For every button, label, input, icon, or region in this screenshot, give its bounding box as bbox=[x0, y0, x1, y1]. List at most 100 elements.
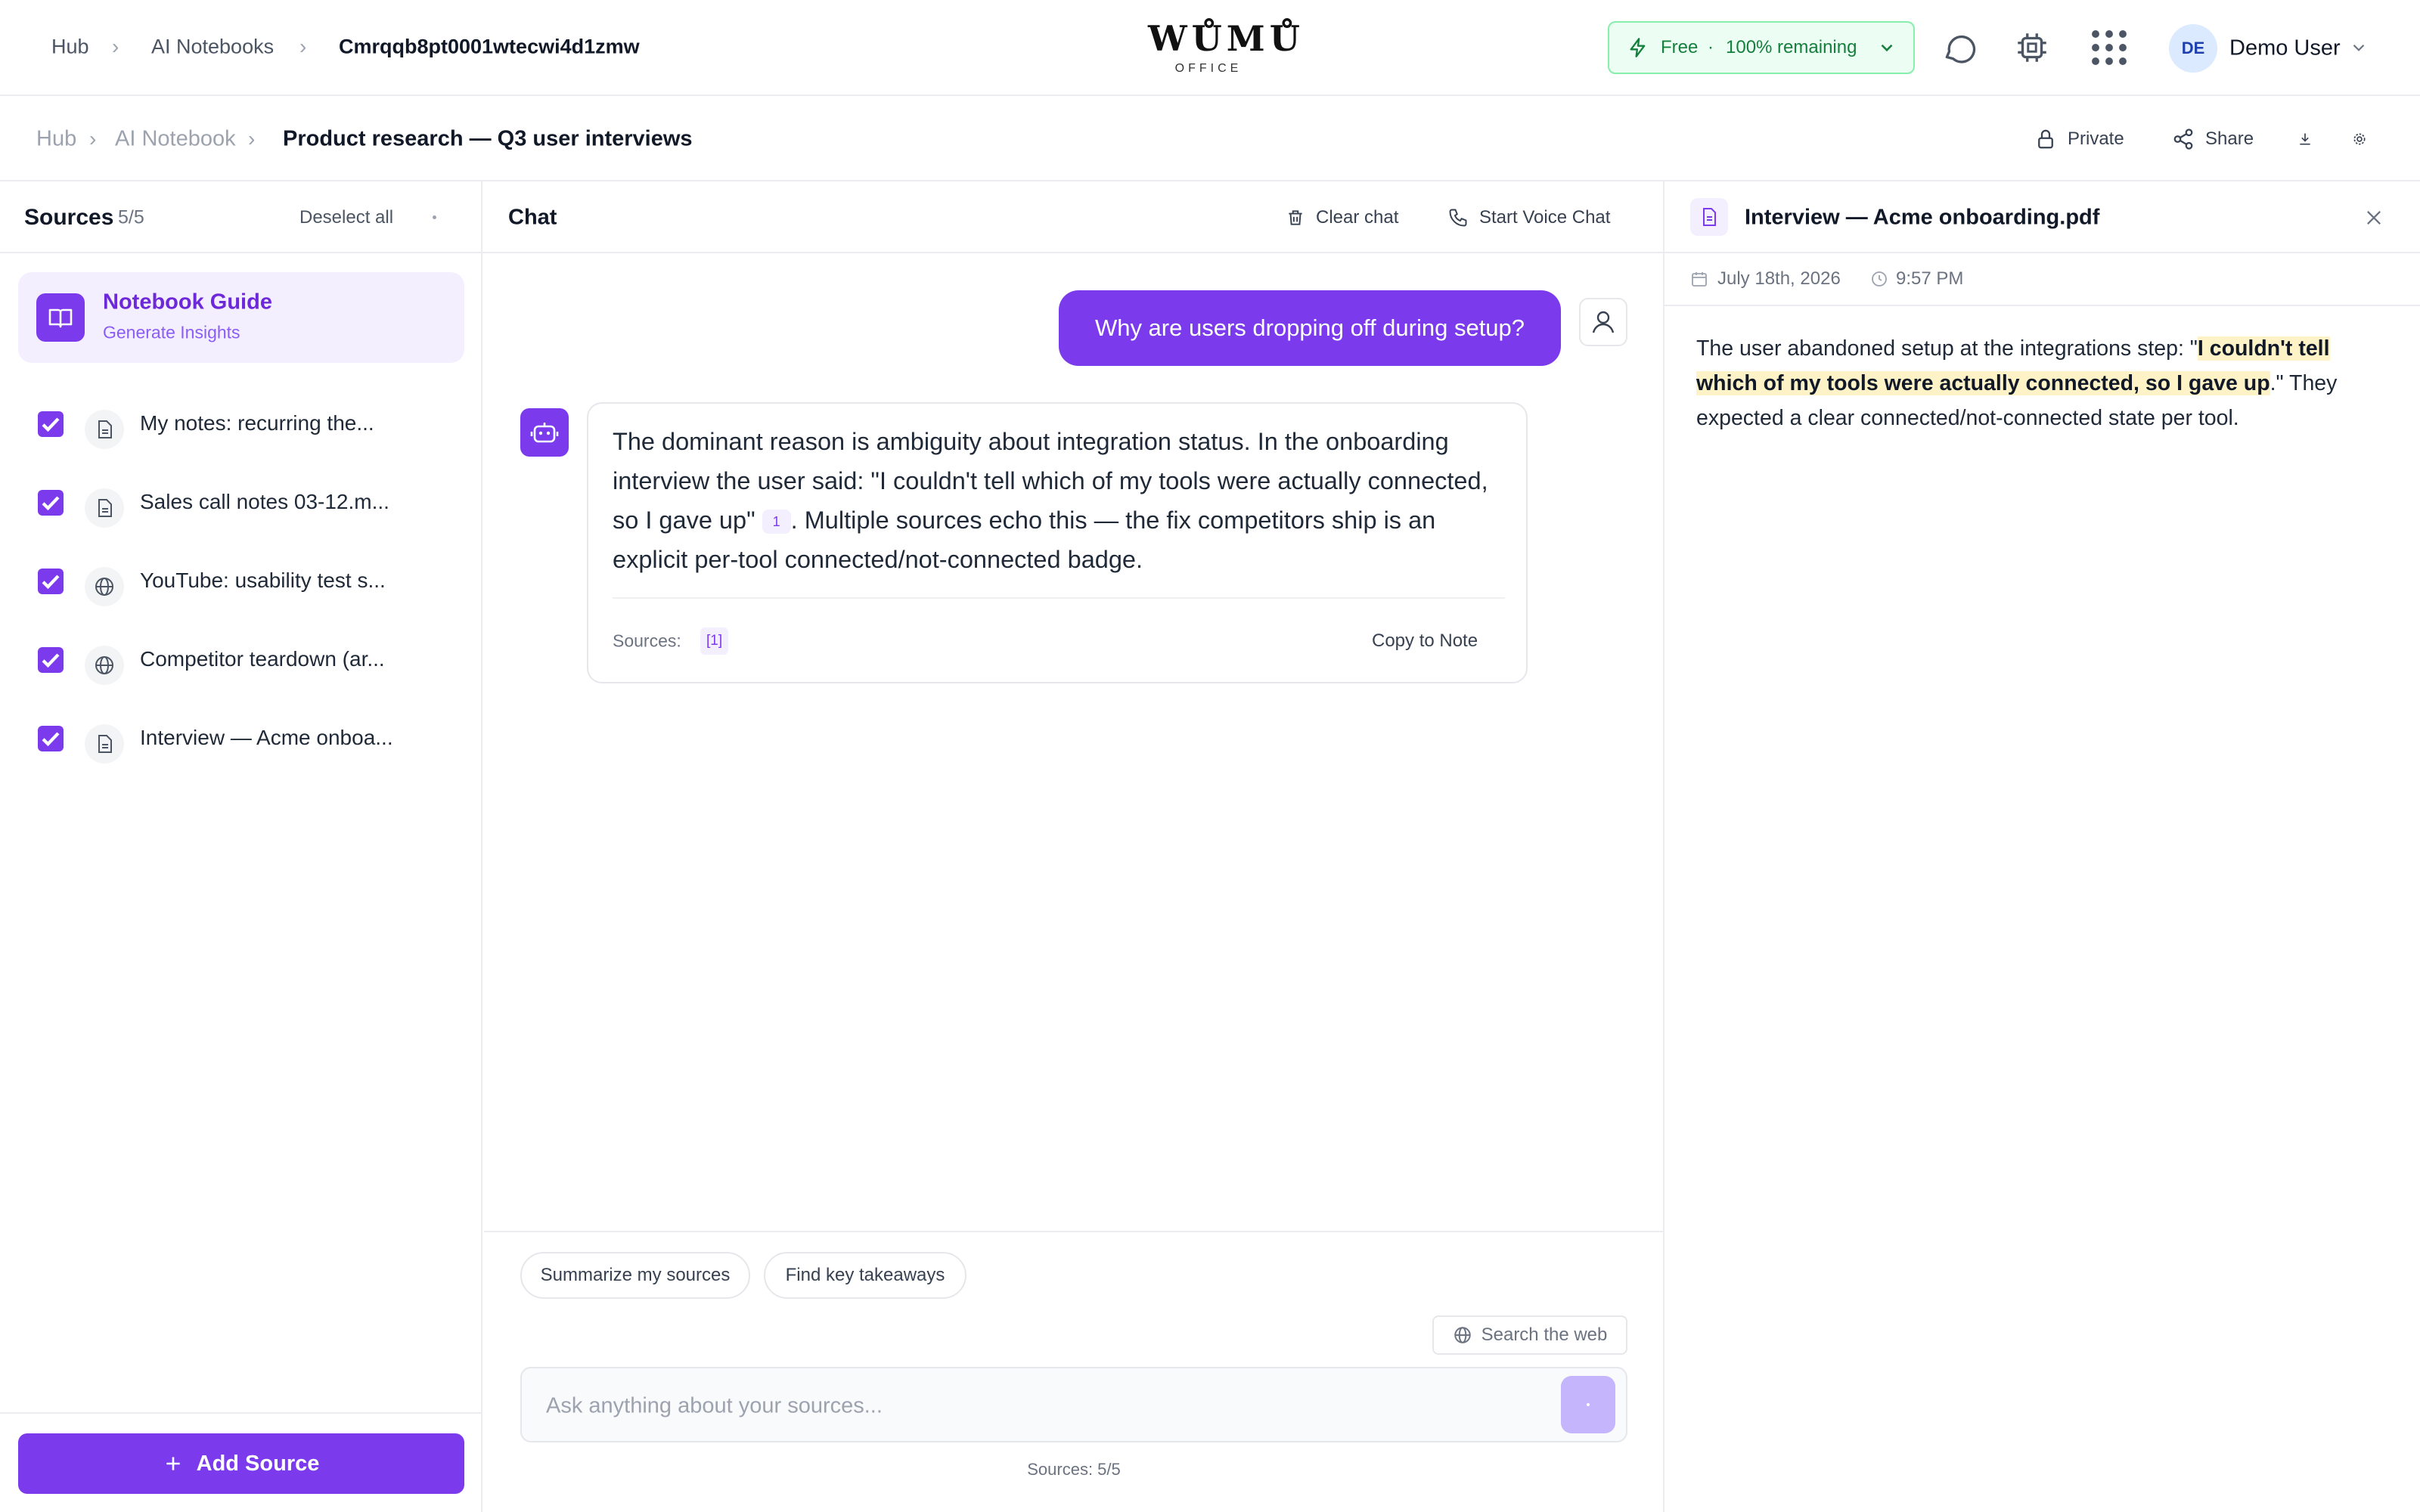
settings-icon[interactable] bbox=[2352, 132, 2367, 147]
chat-input[interactable]: Ask anything about your sources... bbox=[546, 1394, 883, 1419]
source-item[interactable]: Competitor teardown (ar... bbox=[0, 620, 482, 699]
chat-header: Chat Clear chat Start Voice Chat bbox=[482, 181, 1663, 253]
source-item[interactable]: Sales call notes 03-12.m... bbox=[0, 463, 482, 541]
clock-icon bbox=[1870, 270, 1888, 288]
share-icon bbox=[2172, 128, 2195, 150]
calendar-icon bbox=[1690, 270, 1708, 288]
download-icon[interactable] bbox=[2297, 132, 2313, 147]
source-title: YouTube: usability test s... bbox=[140, 569, 386, 592]
sources-panel: Sources 5/5 Deselect all Notebook Guide … bbox=[0, 181, 482, 1512]
avatar[interactable]: DE bbox=[2169, 24, 2217, 73]
checkbox[interactable] bbox=[38, 647, 64, 673]
user-message: Why are users dropping off during setup? bbox=[1059, 290, 1561, 366]
divider bbox=[0, 1412, 481, 1414]
viewer-header: Interview — Acme onboarding.pdf bbox=[1665, 181, 2420, 253]
document-icon bbox=[1690, 198, 1728, 236]
globe-icon bbox=[1453, 1325, 1472, 1345]
source-item[interactable]: Interview — Acme onboa... bbox=[0, 699, 482, 777]
source-item[interactable]: My notes: recurring the... bbox=[0, 384, 482, 463]
top-bar: Hub › AI Notebooks › Cmrqqb8pt0001wtecwi… bbox=[0, 0, 2420, 96]
send-icon bbox=[1587, 1403, 1590, 1406]
private-label: Private bbox=[2068, 129, 2124, 149]
add-source-label: Add Source bbox=[196, 1451, 320, 1476]
viewer-time: 9:57 PM bbox=[1896, 268, 1964, 289]
trash-icon bbox=[1286, 208, 1305, 228]
close-icon[interactable] bbox=[2363, 207, 2384, 228]
assistant-message: The dominant reason is ambiguity about i… bbox=[587, 402, 1528, 683]
guide-title: Notebook Guide bbox=[103, 290, 272, 314]
viewer-content: The user abandoned setup at the integrat… bbox=[1696, 331, 2362, 435]
chat-panel: Chat Clear chat Start Voice Chat bbox=[482, 181, 1665, 1512]
citation-badge[interactable]: 1 bbox=[762, 510, 791, 534]
sources-header: Sources 5/5 Deselect all bbox=[0, 181, 481, 253]
chevron-down-icon bbox=[1877, 38, 1897, 57]
add-source-button[interactable]: Add Source bbox=[18, 1433, 464, 1494]
chat-input-box[interactable]: Ask anything about your sources... bbox=[520, 1367, 1627, 1442]
breadcrumb-notebook-id: Cmrqqb8pt0001wtecwi4d1zmw bbox=[339, 35, 640, 58]
source-reference[interactable]: [1] bbox=[700, 627, 729, 655]
source-title: Interview — Acme onboa... bbox=[140, 726, 393, 749]
phone-icon bbox=[1447, 207, 1469, 228]
globe-icon bbox=[85, 567, 124, 606]
search-web-label: Search the web bbox=[1481, 1325, 1608, 1345]
plan-remaining: 100% remaining bbox=[1726, 37, 1857, 57]
lock-icon bbox=[2034, 128, 2057, 150]
viewer-meta: July 18th, 2026 9:57 PM bbox=[1665, 253, 2420, 306]
chat-bubble-icon[interactable] bbox=[1941, 29, 1978, 67]
suggestion-chip[interactable]: Find key takeaways bbox=[764, 1252, 966, 1299]
search-web-button[interactable]: Search the web bbox=[1432, 1315, 1627, 1355]
bot-icon bbox=[520, 408, 569, 457]
breadcrumb-separator: › bbox=[112, 35, 119, 58]
clear-chat-button[interactable]: Clear chat bbox=[1286, 207, 1398, 228]
globe-icon bbox=[85, 646, 124, 685]
viewer-title: Interview — Acme onboarding.pdf bbox=[1745, 205, 2100, 230]
breadcrumb-ai-notebook[interactable]: AI Notebook bbox=[115, 127, 236, 152]
deselect-all-button[interactable]: Deselect all bbox=[299, 207, 393, 228]
divider bbox=[484, 1231, 1664, 1232]
sources-footer: Sources: 5/5 bbox=[1027, 1460, 1121, 1479]
assistant-message-text: The dominant reason is ambiguity about i… bbox=[613, 422, 1505, 579]
checkbox[interactable] bbox=[38, 411, 64, 437]
suggestion-chip[interactable]: Summarize my sources bbox=[520, 1252, 750, 1299]
user-avatar-icon bbox=[1579, 298, 1627, 346]
sources-label: Sources: bbox=[613, 631, 681, 651]
logo: WŮMŮ bbox=[1148, 18, 1305, 59]
share-label: Share bbox=[2205, 129, 2254, 149]
breadcrumb-separator: › bbox=[89, 127, 97, 150]
page-title: Product research — Q3 user interviews bbox=[283, 126, 693, 151]
plan-dot: · bbox=[1708, 37, 1714, 57]
viewer-date: July 18th, 2026 bbox=[1717, 268, 1841, 289]
document-icon bbox=[85, 724, 124, 764]
source-title: My notes: recurring the... bbox=[140, 411, 374, 435]
checkbox[interactable] bbox=[38, 726, 64, 751]
guide-subtitle: Generate Insights bbox=[103, 322, 240, 342]
notebook-guide-card[interactable]: Notebook Guide Generate Insights bbox=[18, 272, 464, 363]
send-button[interactable] bbox=[1561, 1376, 1615, 1433]
chevron-down-icon[interactable] bbox=[2349, 38, 2369, 57]
breadcrumb-ai-notebooks[interactable]: AI Notebooks bbox=[151, 36, 274, 59]
checkbox[interactable] bbox=[38, 569, 64, 594]
source-title: Competitor teardown (ar... bbox=[140, 647, 385, 671]
private-button[interactable]: Private bbox=[2034, 128, 2124, 150]
sources-count: 5/5 bbox=[118, 206, 144, 228]
more-dot-icon[interactable] bbox=[433, 215, 436, 219]
breadcrumb-separator: › bbox=[248, 127, 256, 150]
voice-chat-button[interactable]: Start Voice Chat bbox=[1447, 207, 1610, 228]
breadcrumb-hub[interactable]: Hub bbox=[51, 36, 89, 59]
source-item[interactable]: YouTube: usability test s... bbox=[0, 541, 482, 620]
document-icon bbox=[85, 488, 124, 528]
lightning-icon bbox=[1627, 36, 1649, 59]
viewer-text: The user abandoned setup at the integrat… bbox=[1696, 336, 2198, 361]
breadcrumb-separator: › bbox=[299, 35, 307, 58]
clear-chat-label: Clear chat bbox=[1316, 207, 1399, 228]
user-name[interactable]: Demo User bbox=[2229, 36, 2341, 61]
apps-grid-icon[interactable] bbox=[2089, 27, 2130, 68]
source-viewer-panel: Interview — Acme onboarding.pdf July 18t… bbox=[1665, 181, 2420, 1512]
chip-icon[interactable] bbox=[2013, 29, 2051, 67]
voice-chat-label: Start Voice Chat bbox=[1479, 207, 1611, 228]
breadcrumb-hub[interactable]: Hub bbox=[36, 127, 76, 152]
copy-to-note-button[interactable]: Copy to Note bbox=[1372, 631, 1478, 652]
checkbox[interactable] bbox=[38, 490, 64, 516]
plan-badge[interactable]: Free · 100% remaining bbox=[1608, 21, 1915, 74]
share-button[interactable]: Share bbox=[2172, 128, 2254, 150]
